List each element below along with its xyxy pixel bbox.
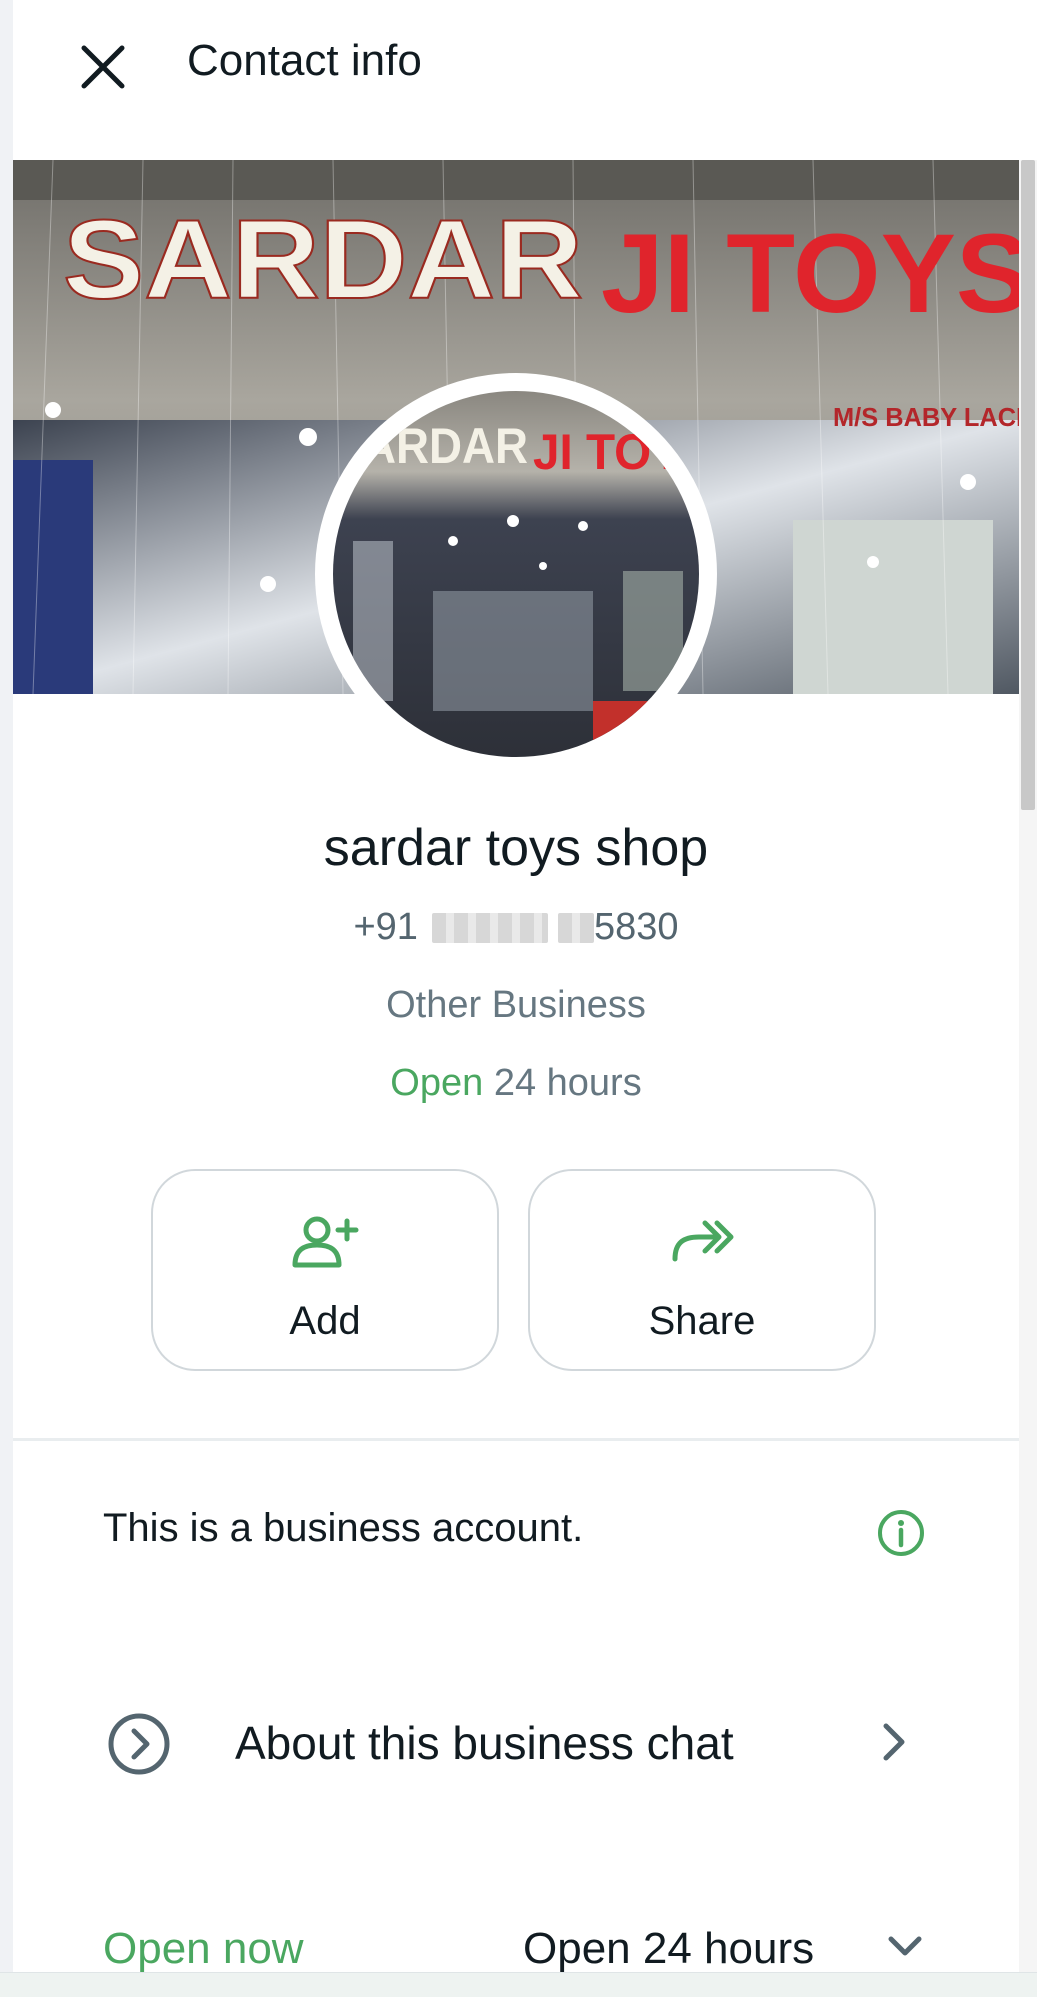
cover-sign-white: SARDAR xyxy=(63,197,583,322)
business-account-notice: This is a business account. xyxy=(103,1506,584,1550)
section-divider xyxy=(13,1438,1019,1441)
info-icon xyxy=(878,1510,924,1556)
header: Contact info xyxy=(13,0,1019,160)
phone-redacted xyxy=(557,912,594,943)
left-edge-strip xyxy=(0,0,13,1996)
business-category: Other Business xyxy=(386,984,646,1026)
scrollbar-thumb[interactable] xyxy=(1021,160,1035,810)
info-button[interactable] xyxy=(876,1508,926,1558)
close-button[interactable] xyxy=(64,28,142,106)
profile-avatar[interactable]: ARDAR JI TOY xyxy=(315,373,717,775)
cover-sign-subtext: M/S BABY LACE xyxy=(833,402,1019,432)
share-button[interactable]: Share xyxy=(528,1169,876,1371)
business-hours-summary: Open 24 hours xyxy=(13,1062,1019,1105)
open-status: Open xyxy=(390,1062,484,1104)
phone-suffix: 5830 xyxy=(593,906,679,948)
add-button-label: Add xyxy=(289,1299,361,1343)
avatar-sign-white: ARDAR xyxy=(363,418,528,474)
cover-sign-red: JI TOYS xyxy=(601,211,1019,336)
about-business-chat-label: About this business chat xyxy=(235,1717,734,1769)
close-icon xyxy=(81,45,125,89)
hours-value: Open 24 hours xyxy=(523,1924,815,1973)
scrollbar[interactable] xyxy=(1019,160,1037,1996)
share-button-label: Share xyxy=(648,1299,756,1343)
open-now-status: Open now xyxy=(103,1924,304,1973)
share-forward-icon xyxy=(672,1220,734,1262)
header-title: Contact info xyxy=(187,36,422,85)
chat-chevron-circle-icon xyxy=(108,1713,170,1775)
contact-phone: +91 5830 xyxy=(13,906,1019,949)
chevron-right-icon xyxy=(883,1723,905,1761)
avatar-photo: ARDAR JI TOY xyxy=(333,391,699,757)
add-contact-icon xyxy=(292,1216,359,1268)
bottom-edge-strip xyxy=(0,1972,1037,1997)
about-business-chat-row[interactable]: About this business chat xyxy=(13,1680,1019,1800)
hours-text: 24 hours xyxy=(493,1062,642,1104)
phone-redacted xyxy=(431,912,548,943)
contact-name: sardar toys shop xyxy=(323,819,709,877)
chevron-down-icon xyxy=(888,1936,922,1956)
phone-prefix: +91 xyxy=(353,906,418,948)
add-contact-button[interactable]: Add xyxy=(151,1169,499,1371)
